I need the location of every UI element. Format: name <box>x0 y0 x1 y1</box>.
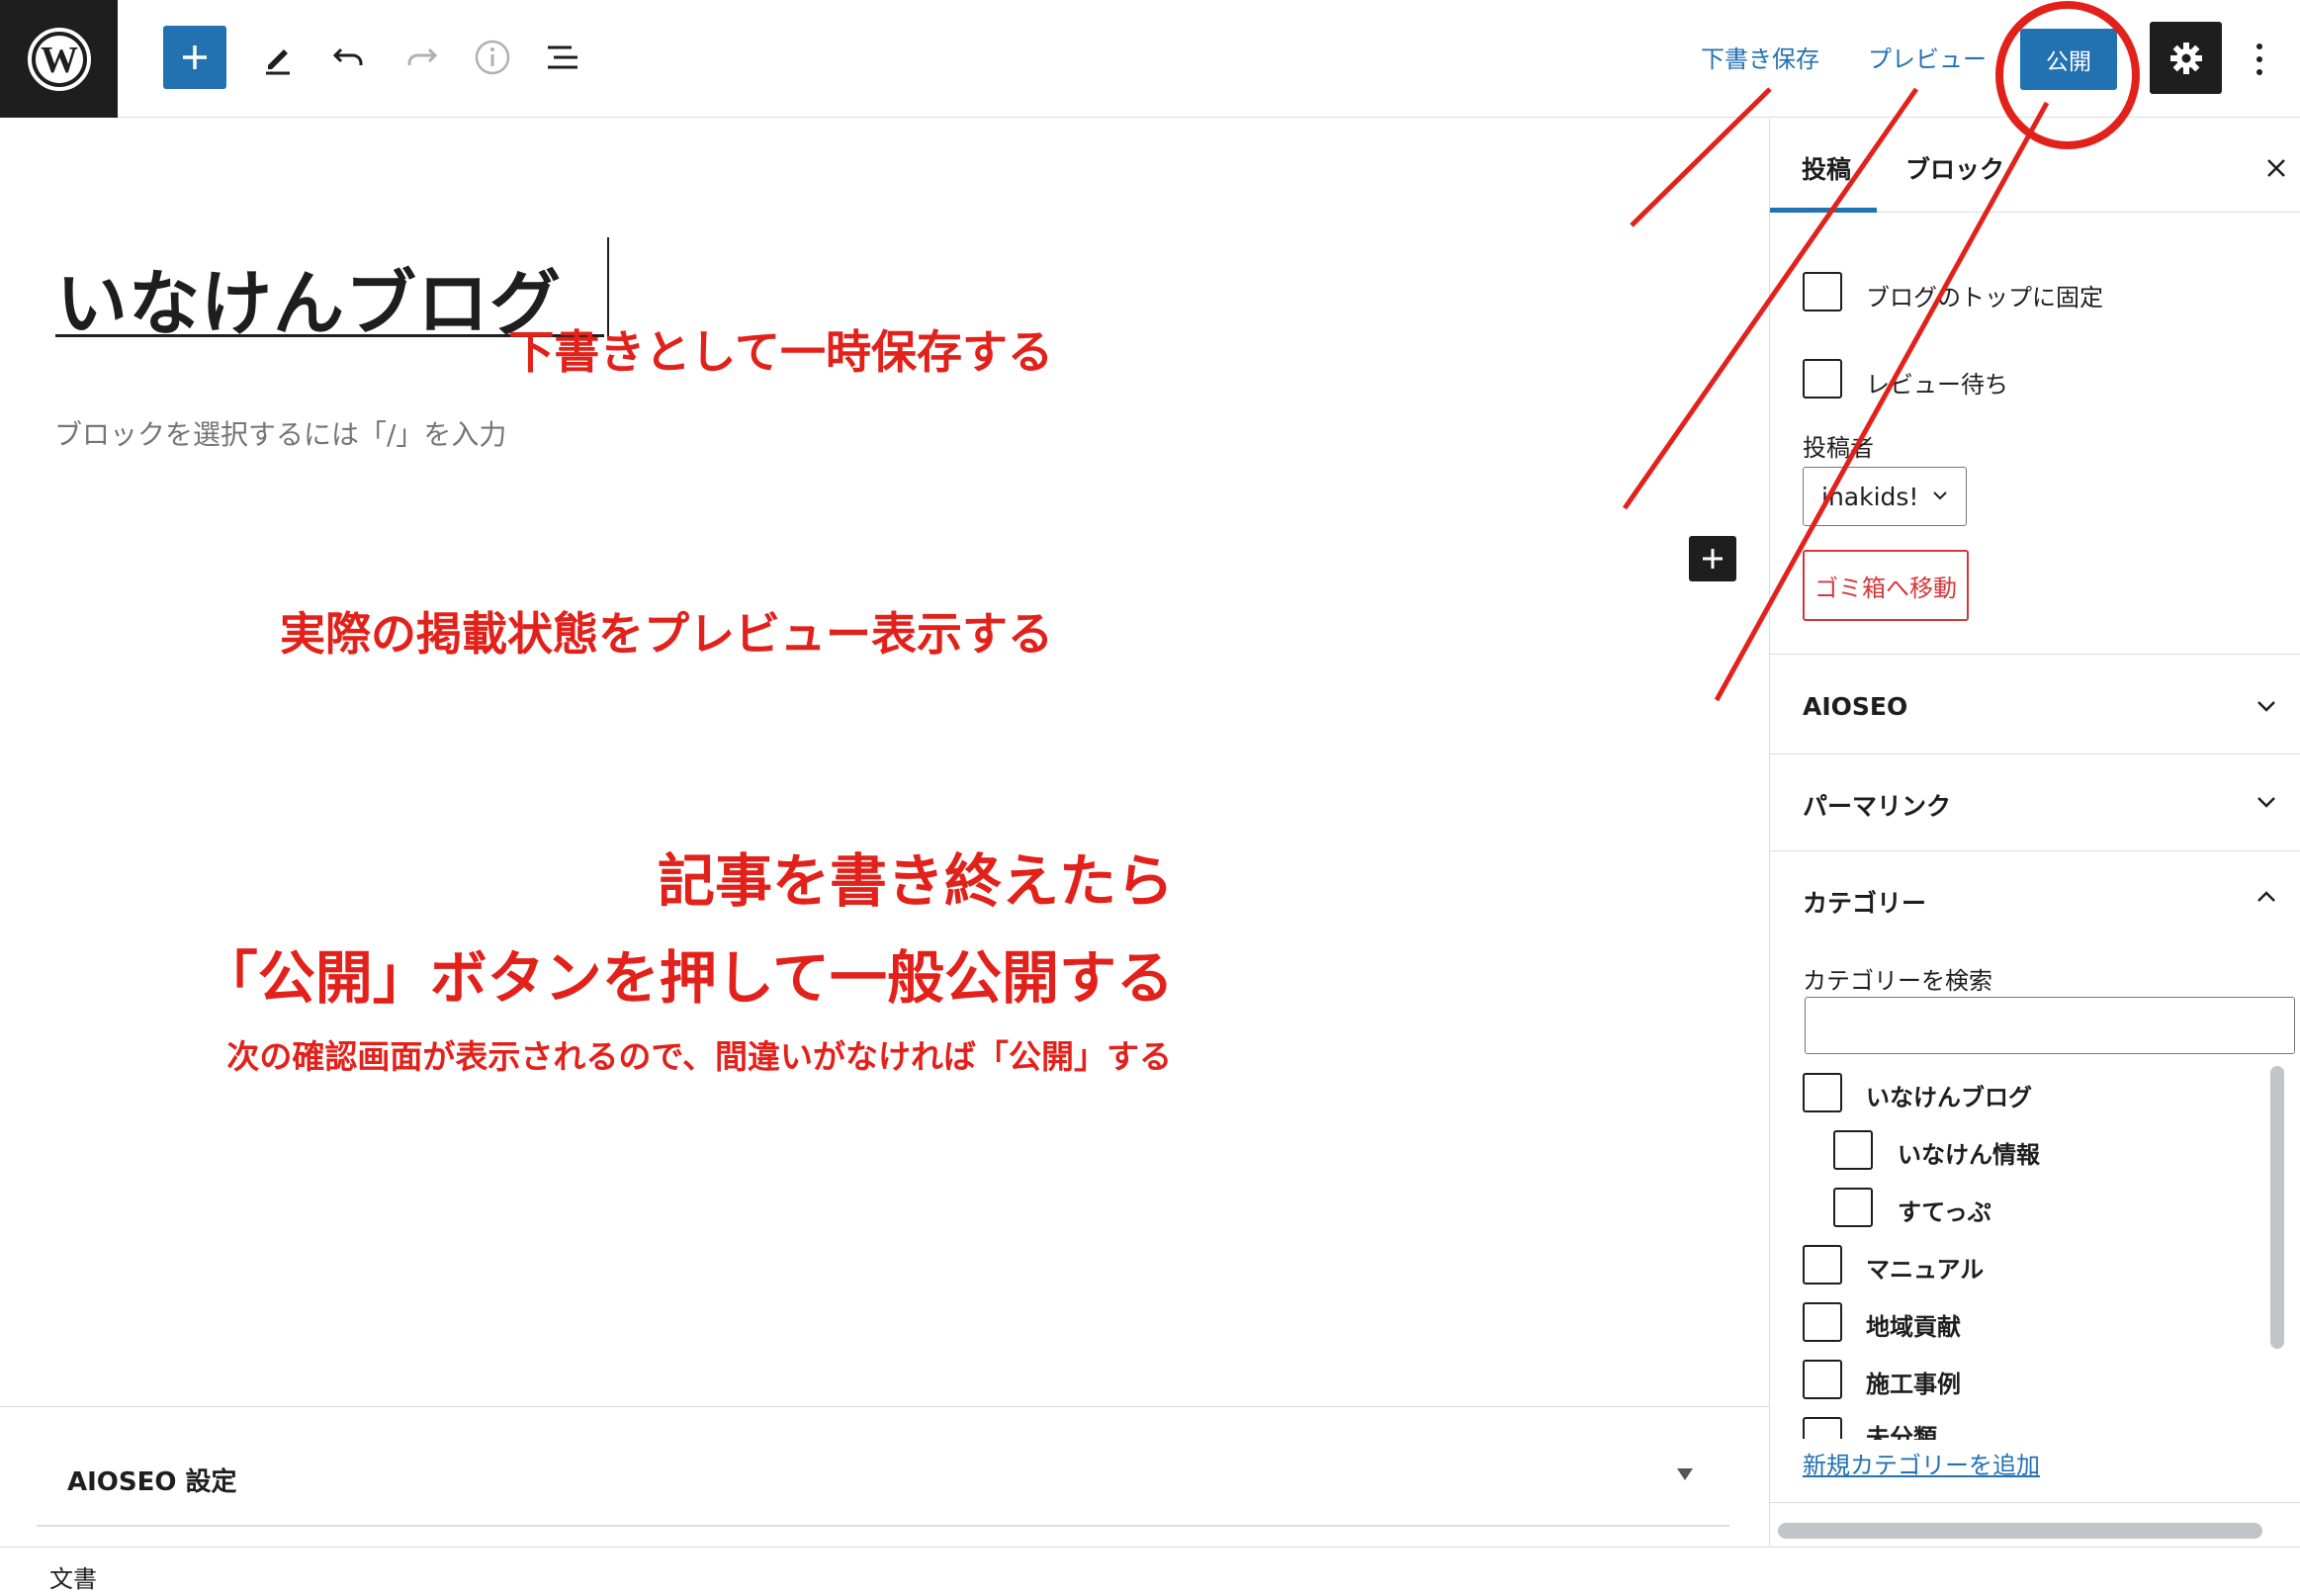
category-scrollbar[interactable] <box>2270 1066 2284 1349</box>
annotation-publish-note: 次の確認画面が表示されるので、間違いがなければ「公開」する <box>226 1037 1172 1076</box>
publish-button[interactable]: 公開 <box>2020 29 2117 90</box>
category-label: いなけん情報 <box>1898 1141 2040 1169</box>
chevron-up-icon[interactable] <box>2255 885 2278 909</box>
undo-icon[interactable] <box>316 25 382 90</box>
pending-review-checkbox[interactable] <box>1803 359 1842 399</box>
tab-block[interactable]: ブロック <box>1905 150 2004 186</box>
sticky-checkbox[interactable] <box>1803 272 1842 311</box>
sidebar-horizontal-scrollbar[interactable] <box>1778 1523 2262 1539</box>
tab-active-indicator <box>1770 208 1877 213</box>
editor-header: W 下書き保存 プレビュー 公開 <box>0 0 2300 118</box>
category-checkbox[interactable] <box>1803 1417 1842 1439</box>
category-checkbox[interactable] <box>1803 1360 1842 1399</box>
category-search-label: カテゴリーを検索 <box>1803 967 1992 995</box>
category-search-input[interactable] <box>1805 997 2295 1054</box>
settings-sidebar: 投稿 ブロック ブログのトップに固定 レビュー待ち 投稿者 inakids! ゴ… <box>1769 119 2300 1547</box>
panel-categories-title[interactable]: カテゴリー <box>1803 884 1926 920</box>
category-label: すてっぷ <box>1898 1198 1991 1226</box>
annotation-publish-line2: 「公開」ボタンを押して一般公開する <box>200 944 1174 1012</box>
category-label: いなけんブログ <box>1866 1084 2032 1111</box>
category-checkbox[interactable] <box>1833 1188 1873 1227</box>
block-inserter-button[interactable] <box>1689 536 1736 581</box>
pencil-icon[interactable] <box>245 25 310 90</box>
wordpress-logo-icon[interactable]: W <box>0 0 118 118</box>
aioseo-metabox[interactable]: AIOSEO 設定 <box>0 1406 1769 1525</box>
block-placeholder[interactable]: ブロックを選択するには「/」を入力 <box>54 413 506 453</box>
annotation-publish-line1: 記事を書き終えたら <box>657 847 1174 915</box>
divider <box>37 1525 1729 1527</box>
panel-aioseo[interactable]: AIOSEO <box>1770 654 2300 753</box>
editor-footer: 文書 <box>0 1547 2300 1596</box>
panel-permalink-title: パーマリンク <box>1803 792 1952 821</box>
category-label: 未分類 <box>1866 1424 1937 1440</box>
chevron-down-icon <box>2257 797 2275 808</box>
author-select[interactable]: inakids! <box>1803 467 1967 526</box>
info-icon[interactable] <box>460 25 525 90</box>
editor-canvas: いなけんブログ ブロックを選択するには「/」を入力 下書きとして一時保存する 実… <box>0 119 1769 1547</box>
close-icon[interactable] <box>2256 148 2296 188</box>
list-view-icon[interactable] <box>531 25 596 90</box>
tab-post[interactable]: 投稿 <box>1802 150 1851 186</box>
category-label: 地域貢献 <box>1866 1313 1961 1341</box>
sticky-label: ブログのトップに固定 <box>1866 284 2103 311</box>
author-label: 投稿者 <box>1803 434 1874 462</box>
category-label: マニュアル <box>1866 1256 1985 1284</box>
panel-categories: カテゴリー <box>1770 850 2300 1503</box>
redo-icon[interactable] <box>389 25 454 90</box>
category-checkbox[interactable] <box>1803 1073 1842 1112</box>
category-label: 施工事例 <box>1866 1371 1961 1398</box>
panel-aioseo-title: AIOSEO <box>1803 692 1908 721</box>
add-category-link[interactable]: 新規カテゴリーを追加 <box>1803 1446 2040 1480</box>
sidebar-tabs: 投稿 ブロック <box>1770 119 2300 213</box>
pending-review-label: レビュー待ち <box>1866 371 2008 399</box>
annotation-preview: 実際の掲載状態をプレビュー表示する <box>280 607 1053 661</box>
caret-down-icon[interactable] <box>1677 1468 1693 1480</box>
chevron-down-icon <box>2257 701 2275 712</box>
annotation-save-draft: 下書きとして一時保存する <box>508 325 1053 379</box>
metabox-title: AIOSEO 設定 <box>67 1467 237 1497</box>
category-checkbox[interactable] <box>1833 1130 1873 1170</box>
preview-button[interactable]: プレビュー <box>1868 40 1987 74</box>
svg-text:W: W <box>41 40 78 81</box>
add-block-button[interactable] <box>163 26 226 89</box>
category-checkbox[interactable] <box>1803 1245 1842 1285</box>
chevron-down-icon <box>1933 491 1947 500</box>
more-options-icon[interactable] <box>2245 30 2274 89</box>
move-to-trash-button[interactable]: ゴミ箱へ移動 <box>1803 550 1969 621</box>
author-value: inakids! <box>1821 482 1919 511</box>
settings-gear-icon[interactable] <box>2150 22 2222 94</box>
save-draft-button[interactable]: 下書き保存 <box>1701 40 1819 74</box>
category-checkbox[interactable] <box>1803 1302 1842 1342</box>
panel-permalink[interactable]: パーマリンク <box>1770 754 2300 852</box>
breadcrumb[interactable]: 文書 <box>49 1559 97 1594</box>
